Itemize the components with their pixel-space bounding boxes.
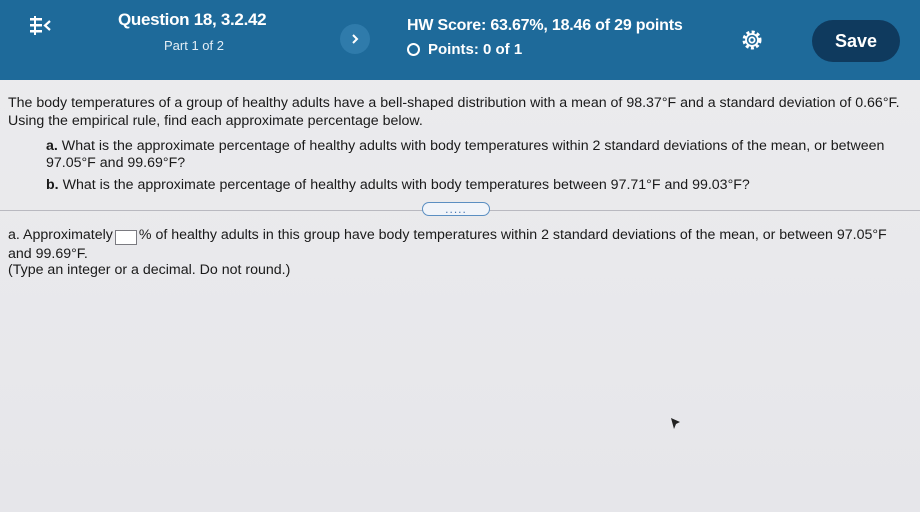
- part-b-label: b.: [46, 177, 59, 193]
- circle-outline-icon: [407, 43, 420, 56]
- gear-icon: [742, 30, 762, 50]
- part-b-text: What is the approximate percentage of he…: [62, 177, 750, 193]
- save-button[interactable]: Save: [812, 20, 900, 62]
- answer-input[interactable]: [114, 230, 137, 245]
- points-status: Points: 0 of 1: [407, 41, 522, 58]
- question-menu-button[interactable]: [28, 12, 58, 42]
- mouse-pointer-icon: [671, 418, 680, 429]
- page: Question 18, 3.2.42 Part 1 of 2 HW Score…: [0, 0, 920, 512]
- top-bar: Question 18, 3.2.42 Part 1 of 2 HW Score…: [0, 0, 920, 80]
- answer-hint: (Type an integer or a decimal. Do not ro…: [8, 262, 291, 278]
- answer-suffix: % of healthy adults in this group have b…: [8, 227, 887, 262]
- list-menu-icon: [30, 16, 51, 35]
- part-a-label: a.: [46, 138, 58, 154]
- next-question-button[interactable]: [340, 24, 370, 54]
- question-part: Part 1 of 2: [164, 38, 224, 53]
- problem-intro: The body temperatures of a group of heal…: [8, 95, 900, 129]
- answer-sentence: a. Approximately% of healthy adults in t…: [8, 226, 908, 263]
- points-text: Points: 0 of 1: [428, 41, 523, 58]
- question-title: Question 18, 3.2.42: [118, 10, 267, 29]
- settings-button[interactable]: [740, 28, 764, 52]
- problem-part-b: b. What is the approximate percentage of…: [46, 177, 896, 193]
- expand-toggle-button[interactable]: .....: [422, 202, 490, 216]
- chevron-right-icon: [352, 34, 359, 44]
- problem-part-a: a. What is the approximate percentage of…: [46, 138, 896, 172]
- part-a-text: What is the approximate percentage of he…: [46, 138, 885, 171]
- answer-prefix: a. Approximately: [8, 227, 113, 243]
- hw-score: HW Score: 63.67%, 18.46 of 29 points: [407, 17, 683, 34]
